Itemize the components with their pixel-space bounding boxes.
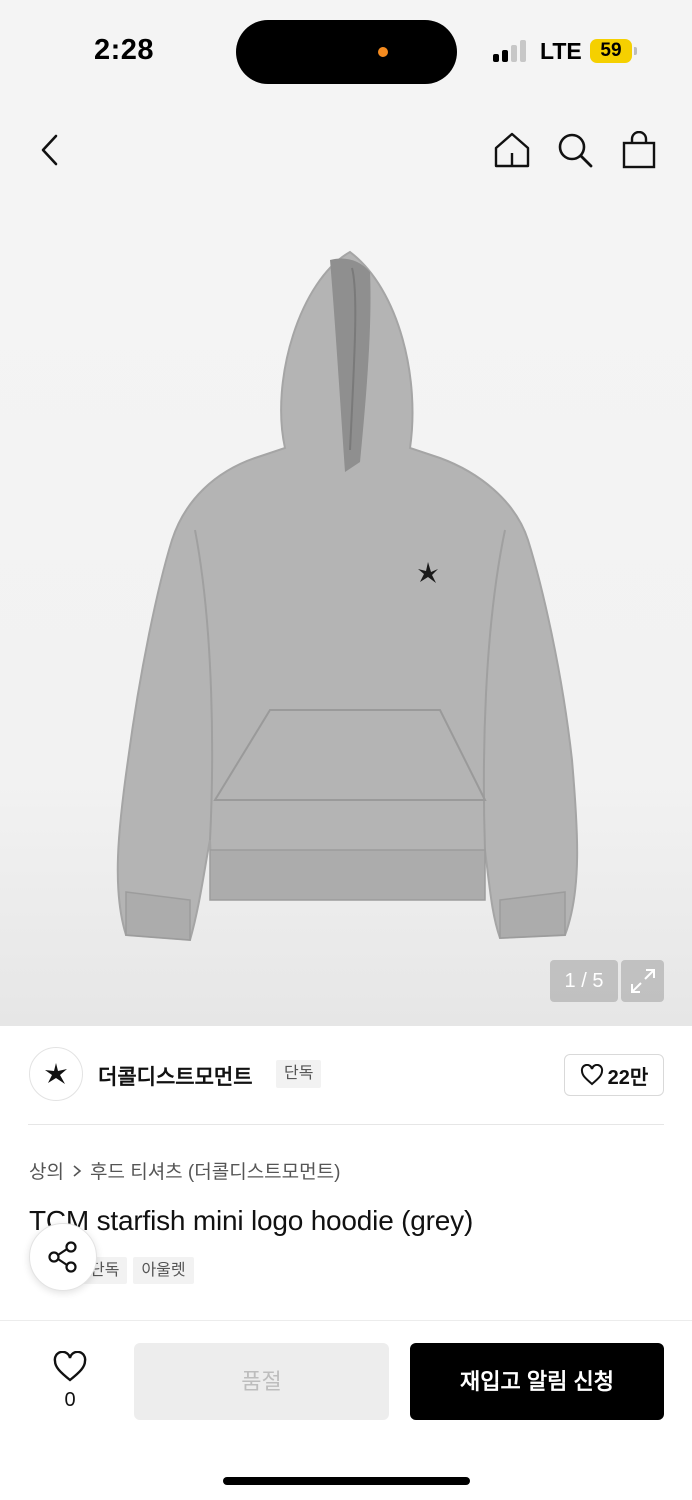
exclusive-badge: 단독 [276, 1060, 322, 1088]
chevron-left-icon [41, 134, 58, 166]
heart-icon [580, 1064, 603, 1086]
bottom-action-bar: 0 품절 재입고 알림 신청 [0, 1320, 692, 1500]
breadcrumb-item[interactable]: 상의 [29, 1157, 64, 1184]
expand-icon [630, 969, 655, 993]
home-button[interactable] [488, 126, 536, 174]
wishlist-button[interactable]: 0 [40, 1345, 100, 1415]
tag-outlet: 아울렛 [133, 1257, 194, 1284]
privacy-indicator-dot [378, 47, 388, 57]
soldout-button: 품절 [134, 1343, 389, 1420]
battery-tip [634, 47, 637, 55]
top-nav-bar [0, 104, 692, 200]
expand-image-button[interactable] [621, 960, 664, 1002]
network-type: LTE [540, 38, 582, 64]
home-indicator [223, 1477, 470, 1485]
product-tags: 단독 아울렛 [82, 1257, 194, 1284]
cart-button[interactable] [615, 126, 663, 174]
brand-logo[interactable] [29, 1047, 83, 1101]
brand-name[interactable]: 더콜디스트모먼트 [98, 1061, 253, 1091]
starfish-logo-icon [45, 1063, 67, 1084]
brand-like-button[interactable]: 22만 [564, 1054, 664, 1096]
battery-icon: 59 [590, 39, 632, 63]
search-icon [558, 133, 593, 168]
image-page-indicator: 1 / 5 [550, 960, 618, 1002]
brand-like-count: 22만 [607, 1066, 649, 1089]
product-title: TCM starfish mini logo hoodie (grey) [29, 1205, 474, 1236]
home-icon [494, 132, 530, 168]
breadcrumb: 상의 후드 티셔츠 (더콜디스트모먼트) [29, 1157, 340, 1184]
heart-icon [53, 1351, 87, 1382]
divider [28, 1124, 664, 1125]
status-time: 2:28 [94, 34, 155, 66]
share-button[interactable] [29, 1223, 97, 1291]
signal-strength-icon [493, 40, 527, 62]
share-icon [48, 1241, 77, 1273]
search-button[interactable] [551, 126, 599, 174]
status-bar: 2:28 LTE 59 [0, 0, 692, 104]
brand-row[interactable]: 더콜디스트모먼트 단독 22만 [0, 1026, 692, 1124]
back-button[interactable] [26, 126, 74, 174]
wishlist-count: 0 [64, 1389, 76, 1411]
shopping-bag-icon [622, 131, 656, 169]
hoodie-image [116, 250, 579, 942]
dynamic-island [236, 20, 457, 84]
restock-alert-button[interactable]: 재입고 알림 신청 [410, 1343, 664, 1420]
chevron-right-icon [73, 1164, 82, 1177]
breadcrumb-item[interactable]: 후드 티셔츠 (더콜디스트모먼트) [90, 1157, 340, 1184]
product-image-gallery[interactable]: 1 / 5 [0, 200, 692, 1026]
